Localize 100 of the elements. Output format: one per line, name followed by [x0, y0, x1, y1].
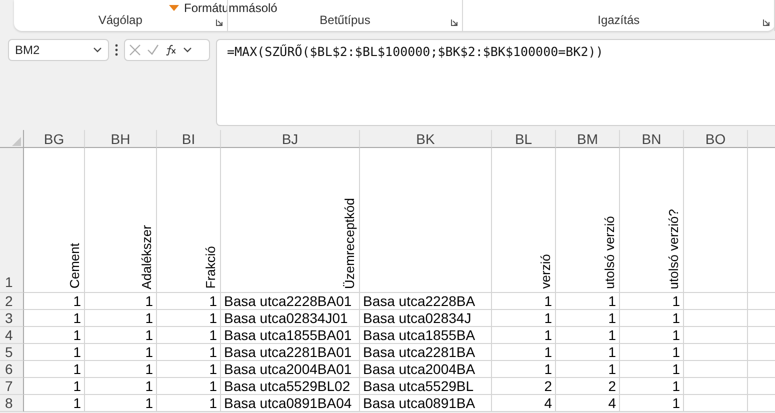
- ribbon-group-label: Betűtípus: [320, 13, 370, 27]
- empty-cell: [684, 327, 748, 344]
- formula-field[interactable]: =MAX(SZŰRŐ($BL$2:$BL$100000;$BK$2:$BK$100000=BK2)): [216, 39, 775, 126]
- row-header[interactable]: 2: [0, 293, 24, 310]
- empty-cell: [684, 344, 748, 361]
- row-header[interactable]: 4: [0, 327, 24, 344]
- table-cell: 1: [24, 378, 85, 395]
- table-cell: 1: [556, 344, 620, 361]
- table-cell: Basa utca02834J: [360, 310, 492, 327]
- table-cell: 1: [492, 361, 556, 378]
- table-cell: 1: [24, 361, 85, 378]
- row-header[interactable]: 6: [0, 361, 24, 378]
- column-header[interactable]: BG: [24, 130, 85, 148]
- column-title: Cement: [68, 243, 81, 289]
- row-header[interactable]: 3: [0, 310, 24, 327]
- column-title: Adalékszer: [140, 224, 153, 289]
- table-cell: 1: [620, 361, 684, 378]
- table-cell: 1: [492, 293, 556, 310]
- table-cell: 1: [85, 361, 157, 378]
- table-cell: 1: [157, 395, 221, 412]
- table-cell: Basa utca2281BA: [360, 344, 492, 361]
- column-header[interactable]: BJ: [221, 130, 360, 148]
- table-cell: Basa utca2004BA: [360, 361, 492, 378]
- column-title: utolsó verzió: [603, 216, 616, 289]
- chevron-icon[interactable]: [183, 47, 192, 53]
- table-cell: 1: [24, 395, 85, 412]
- dialog-launcher-icon[interactable]: [763, 19, 770, 26]
- format-painter-button[interactable]: Formátummásoló: [184, 1, 278, 15]
- column-title: verzió: [539, 254, 552, 289]
- table-cell: 2: [556, 378, 620, 395]
- table-cell: Basa utca5529BL: [360, 378, 492, 395]
- table-cell: 1: [85, 395, 157, 412]
- column-title: utolsó verzió?: [667, 208, 680, 289]
- checkmark-icon[interactable]: [147, 44, 159, 56]
- table-cell: 1: [85, 310, 157, 327]
- row-header[interactable]: 5: [0, 344, 24, 361]
- table-cell: Basa utca1855BA: [360, 327, 492, 344]
- table-cell: 2: [492, 378, 556, 395]
- table-cell: 1: [85, 327, 157, 344]
- table-cell: 1: [24, 293, 85, 310]
- table-cell: 1: [24, 310, 85, 327]
- table-cell: 1: [24, 327, 85, 344]
- table-cell: Basa utca0891BA: [360, 395, 492, 412]
- row-header[interactable]: 1: [0, 148, 24, 293]
- table-cell: 1: [620, 378, 684, 395]
- column-title: Üzemreceptkód: [343, 198, 356, 289]
- column-header[interactable]: BO: [684, 130, 748, 148]
- table-cell: Basa utca1855BA01: [221, 327, 360, 344]
- table-cell: 4: [556, 395, 620, 412]
- table-cell: 1: [157, 378, 221, 395]
- table-cell: 1: [157, 310, 221, 327]
- table-cell: 1: [620, 327, 684, 344]
- table-cell: Basa utca02834J01: [221, 310, 360, 327]
- row-header[interactable]: 7: [0, 378, 24, 395]
- table-cell: 1: [85, 344, 157, 361]
- table-cell: 1: [85, 378, 157, 395]
- table-cell: 1: [556, 361, 620, 378]
- row-header[interactable]: 8: [0, 395, 24, 412]
- table-cell: 1: [556, 293, 620, 310]
- table-cell: 4: [492, 395, 556, 412]
- table-cell: 1: [620, 344, 684, 361]
- table-cell: 1: [492, 310, 556, 327]
- table-cell: Basa utca2228BA: [360, 293, 492, 310]
- table-cell: Basa utca2004BA01: [221, 361, 360, 378]
- table-cell: 1: [492, 344, 556, 361]
- column-header[interactable]: BK: [360, 130, 492, 148]
- empty-cell: [684, 361, 748, 378]
- column-header[interactable]: BH: [85, 130, 157, 148]
- empty-cell: [684, 310, 748, 327]
- empty-cell: [684, 395, 748, 412]
- empty-cell: [684, 293, 748, 310]
- table-cell: Basa utca2281BA01: [221, 344, 360, 361]
- table-cell: 1: [157, 361, 221, 378]
- column-title: Frakció: [204, 246, 217, 289]
- chevron-icon[interactable]: [93, 47, 102, 53]
- table-cell: 1: [85, 293, 157, 310]
- table-cell: 1: [157, 327, 221, 344]
- table-cell: 1: [620, 395, 684, 412]
- dialog-launcher-icon[interactable]: [451, 19, 458, 26]
- table-cell: Basa utca0891BA04: [221, 395, 360, 412]
- column-header[interactable]: BI: [157, 130, 221, 148]
- ribbon-group-label: Igazítás: [598, 13, 640, 27]
- more-options-icon[interactable]: [115, 44, 118, 56]
- empty-cell: [684, 378, 748, 395]
- column-header[interactable]: BN: [620, 130, 684, 148]
- table-cell: 1: [620, 293, 684, 310]
- column-header[interactable]: BM: [556, 130, 620, 148]
- table-cell: Basa utca2228BA01: [221, 293, 360, 310]
- table-cell: 1: [157, 293, 221, 310]
- column-header[interactable]: BL: [492, 130, 556, 148]
- table-cell: 1: [556, 327, 620, 344]
- dialog-launcher-icon[interactable]: [216, 19, 223, 26]
- table-cell: Basa utca5529BL02: [221, 378, 360, 395]
- table-cell: 1: [157, 344, 221, 361]
- table-cell: 1: [24, 344, 85, 361]
- name-box[interactable]: BM2: [8, 39, 109, 61]
- table-cell: 1: [492, 327, 556, 344]
- table-cell: 1: [620, 310, 684, 327]
- table-cell: 1: [556, 310, 620, 327]
- function-icon[interactable]: [165, 44, 177, 56]
